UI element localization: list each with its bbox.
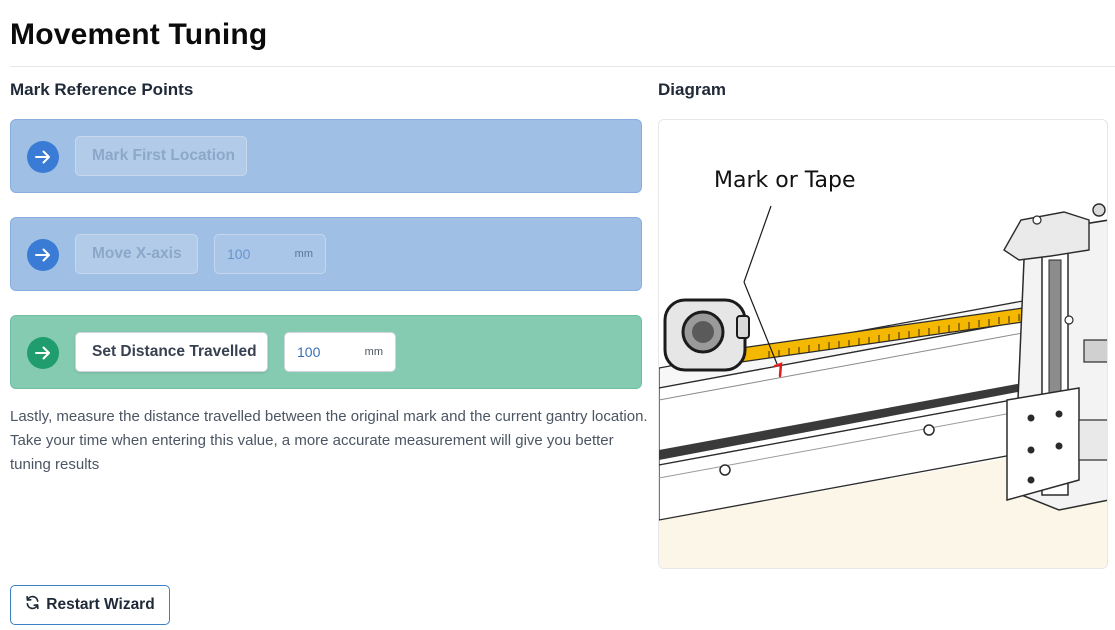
title-divider [10,66,1115,67]
page-title: Movement Tuning [10,18,268,51]
step-mark-first-location: Mark First Location [10,119,642,193]
distance-travelled-input[interactable]: 100 mm [284,332,396,372]
move-distance-unit: mm [294,248,313,260]
distance-travelled-value: 100 [297,344,321,360]
move-distance-input[interactable]: 100 mm [214,234,326,274]
refresh-icon [25,595,40,615]
restart-wizard-button[interactable]: Restart Wizard [10,585,170,625]
restart-wizard-label: Restart Wizard [46,596,155,613]
step-set-distance-travelled: Set Distance Travelled 100 mm [10,315,642,389]
diagram-heading: Diagram [658,80,727,99]
distance-travelled-unit: mm [364,346,383,358]
arrow-right-icon [27,337,59,369]
set-distance-travelled-button[interactable]: Set Distance Travelled [75,332,268,372]
instructions-text: Lastly, measure the distance travelled b… [10,408,648,473]
mark-reference-points-heading: Mark Reference Points [10,80,194,99]
arrow-right-icon [27,239,59,271]
mark-first-location-button[interactable]: Mark First Location [75,136,247,176]
move-distance-value: 100 [227,246,251,262]
diagram-callout-label: Mark or Tape [714,168,856,193]
step-move-x-axis: Move X-axis 100 mm [10,217,642,291]
arrow-right-icon [27,141,59,173]
move-x-axis-button[interactable]: Move X-axis [75,234,198,274]
